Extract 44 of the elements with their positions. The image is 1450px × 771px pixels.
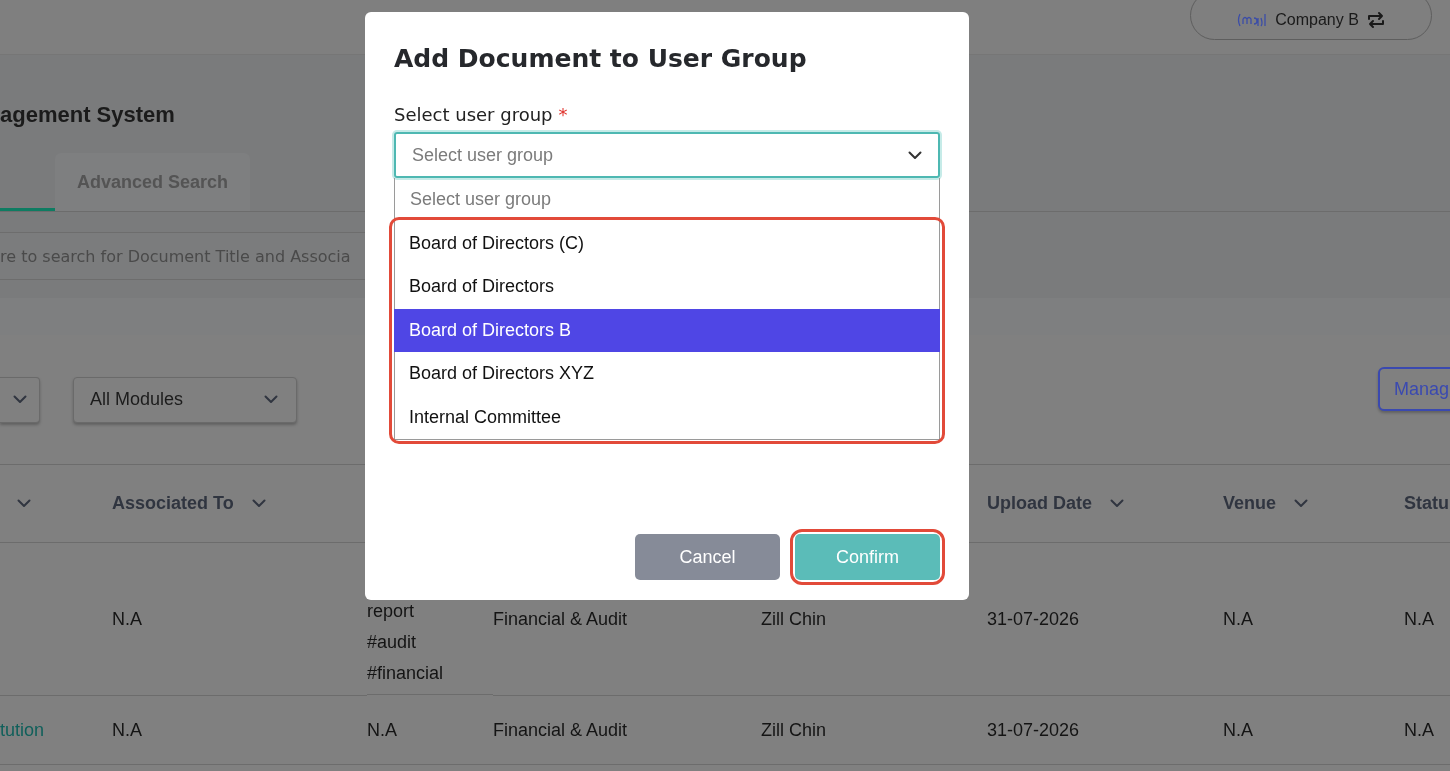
- table-cell-text: N.A: [1404, 718, 1434, 742]
- table-cell-text: Financial & Audit: [493, 607, 628, 631]
- column-header[interactable]: Statu: [1404, 493, 1449, 514]
- table-cell-text: 31-07-2026: [987, 607, 1080, 631]
- cancel-button[interactable]: Cancel: [635, 534, 780, 580]
- sort-chevron-icon[interactable]: [1110, 499, 1124, 508]
- company-switcher[interactable]: Company B: [1190, 0, 1432, 40]
- table-cell-text: report #audit #financial: [367, 600, 444, 685]
- company-logo-icon: [1237, 12, 1268, 27]
- column-header[interactable]: Venue: [1223, 493, 1277, 514]
- table-cell-text: N.A: [1404, 607, 1434, 631]
- user-group-select[interactable]: Select user group: [394, 132, 940, 178]
- required-mark: *: [558, 104, 568, 127]
- dropdown-option[interactable]: Select user group: [395, 178, 939, 222]
- column-header[interactable]: Upload Date: [987, 493, 1092, 514]
- document-link[interactable]: tution: [0, 714, 45, 746]
- chevron-down-icon: [264, 395, 278, 404]
- table-cell-text: Financial & Audit: [493, 718, 628, 742]
- table-cell-text: 31-07-2026: [987, 718, 1080, 742]
- dropdown-option[interactable]: Internal Committee: [394, 395, 940, 439]
- chevron-down-icon: [908, 150, 922, 160]
- chevron-down-icon: [13, 395, 27, 404]
- dropdown-option[interactable]: Board of Directors: [394, 265, 940, 309]
- table-cell-text: N.A: [367, 718, 397, 742]
- dropdown-option[interactable]: Board of Directors B: [394, 308, 940, 352]
- table-cell-text: N.A: [1223, 718, 1253, 742]
- table-cell-text: N.A: [112, 718, 142, 742]
- swap-icon: [1366, 10, 1385, 29]
- dialog-title: Add Document to User Group: [394, 43, 808, 75]
- dropdown-option[interactable]: Board of Directors (C): [394, 221, 940, 265]
- page-title: agement System: [0, 101, 175, 129]
- dropdown-option[interactable]: Board of Directors XYZ: [394, 352, 940, 396]
- sort-chevron-icon[interactable]: [17, 499, 31, 508]
- column-header[interactable]: Associated To: [112, 493, 234, 514]
- module-dropdown[interactable]: All Modules: [73, 376, 297, 423]
- table-cell-text: Zill Chin: [761, 607, 826, 631]
- field-label: Select user group: [394, 104, 553, 127]
- confirm-button[interactable]: Confirm: [795, 534, 940, 580]
- table-cell-text: Zill Chin: [761, 718, 826, 742]
- sort-chevron-icon[interactable]: [251, 499, 266, 508]
- table-cell-text: N.A: [112, 607, 142, 631]
- manage-button[interactable]: Manag: [1378, 367, 1450, 411]
- sort-chevron-icon[interactable]: [1294, 499, 1309, 508]
- table-cell-text: N.A: [1223, 607, 1253, 631]
